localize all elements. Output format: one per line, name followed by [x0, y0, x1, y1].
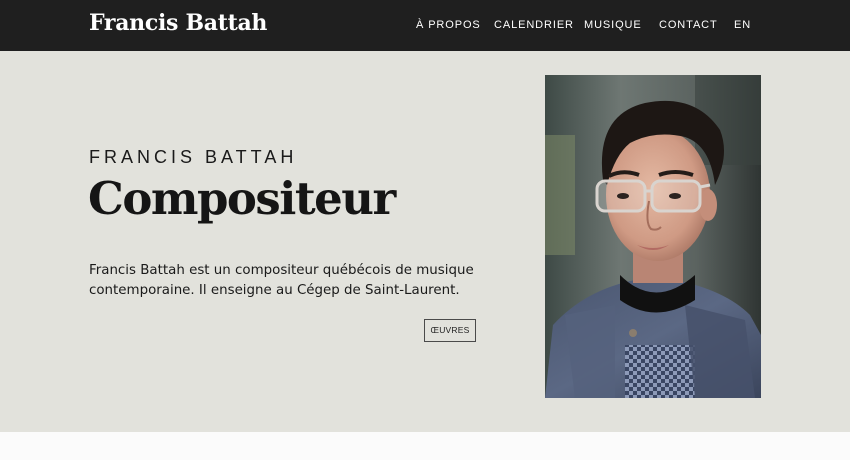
works-button[interactable]: ŒUVRES — [424, 319, 476, 342]
nav-link-musique[interactable]: MUSIQUE — [584, 19, 642, 31]
next-section-start — [0, 432, 850, 460]
bio-line: contemporaine. Il enseigne au Cégep de S… — [89, 283, 460, 298]
language-switch-en[interactable]: EN — [734, 19, 751, 31]
portrait-photo — [545, 75, 761, 398]
hero-eyebrow: FRANCIS BATTAH — [89, 147, 298, 167]
site-logo-link[interactable]: Francis Battah — [89, 10, 267, 36]
hero-title: Compositeur — [88, 172, 396, 225]
nav-link-a-propos[interactable]: À PROPOS — [416, 19, 481, 31]
hero-bio: Francis Battah est un compositeur québéc… — [89, 261, 474, 301]
top-navbar: Francis Battah À PROPOS CALENDRIER MUSIQ… — [0, 0, 850, 51]
bio-line: Francis Battah est un compositeur québéc… — [89, 263, 474, 278]
nav-link-calendrier[interactable]: CALENDRIER — [494, 19, 574, 31]
nav-link-contact[interactable]: CONTACT — [659, 19, 718, 31]
hero-section: FRANCIS BATTAH Compositeur Francis Batta… — [0, 51, 850, 432]
